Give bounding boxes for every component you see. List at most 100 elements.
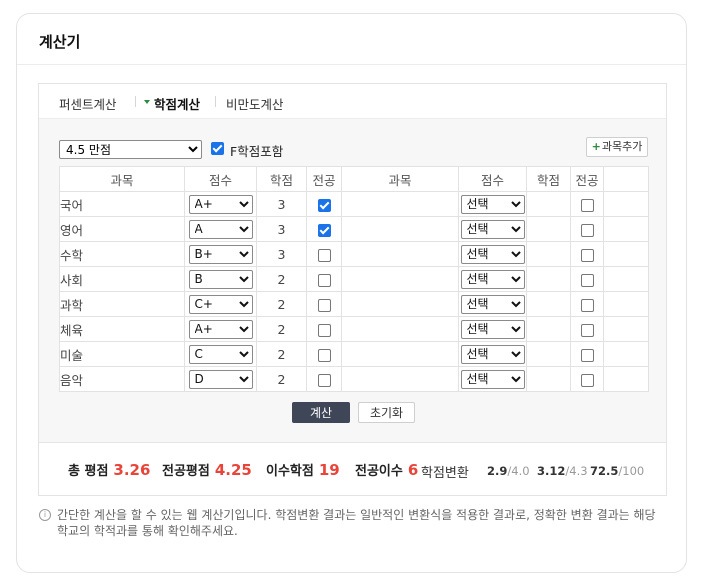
major-cell-2 bbox=[570, 266, 604, 292]
grade-cell: B bbox=[184, 266, 257, 292]
major-checkbox[interactable] bbox=[317, 273, 331, 287]
grade-select[interactable]: A+ bbox=[188, 319, 253, 339]
major-cell-2 bbox=[570, 316, 604, 342]
major-checkbox[interactable] bbox=[317, 348, 331, 362]
subject-cell: 과학 bbox=[59, 291, 185, 317]
major-cell bbox=[306, 216, 342, 242]
major-checkbox-2[interactable] bbox=[580, 273, 594, 287]
table-row: 사회 B 2 선택 bbox=[59, 266, 649, 292]
calculate-button[interactable]: 계산 bbox=[292, 402, 350, 423]
grade-select[interactable]: C+ bbox=[188, 294, 253, 314]
grade-cell: A+ bbox=[184, 191, 257, 217]
header-major: 전공 bbox=[306, 166, 342, 192]
major-checkbox[interactable] bbox=[317, 223, 331, 237]
credit-cell-2 bbox=[526, 291, 571, 317]
tab-separator bbox=[135, 96, 136, 107]
conversion-100: 72.5/100 bbox=[590, 464, 645, 478]
table-row: 과학 C+ 2 선택 bbox=[59, 291, 649, 317]
major-cell bbox=[306, 291, 342, 317]
major-checkbox-2[interactable] bbox=[580, 223, 594, 237]
total-gpa: 총 평점 3.26 bbox=[68, 461, 151, 479]
tab-grade[interactable]: 학점계산 bbox=[154, 94, 200, 113]
major-checkbox-2[interactable] bbox=[580, 298, 594, 312]
major-checkbox[interactable] bbox=[317, 198, 331, 212]
major-cell-2 bbox=[570, 241, 604, 267]
major-checkbox-2[interactable] bbox=[580, 248, 594, 262]
grade-select[interactable]: B+ bbox=[188, 244, 253, 264]
empty-cell bbox=[603, 216, 649, 242]
subject-cell: 사회 bbox=[59, 266, 185, 292]
tab-bmi[interactable]: 비만도계산 bbox=[226, 94, 284, 113]
credit-cell: 2 bbox=[256, 291, 307, 317]
notice-line-2: 학교의 학적과를 통해 확인해주세요. bbox=[57, 524, 238, 538]
grade-select-2[interactable]: 선택 bbox=[460, 269, 525, 289]
major-checkbox-2[interactable] bbox=[580, 323, 594, 337]
grade-cell-2: 선택 bbox=[458, 241, 527, 267]
subject-cell: 수학 bbox=[59, 241, 185, 267]
credit-cell: 2 bbox=[256, 366, 307, 392]
add-subject-button[interactable]: +과목추가 bbox=[586, 137, 648, 157]
subject-cell-2 bbox=[341, 191, 459, 217]
major-checkbox-2[interactable] bbox=[580, 198, 594, 212]
major-cell bbox=[306, 316, 342, 342]
major-cell-2 bbox=[570, 341, 604, 367]
grade-select-2[interactable]: 선택 bbox=[460, 369, 525, 389]
credit-cell-2 bbox=[526, 266, 571, 292]
grade-select[interactable]: A+ bbox=[188, 194, 253, 214]
empty-cell bbox=[603, 241, 649, 267]
grade-select[interactable]: C bbox=[188, 344, 253, 364]
reset-button[interactable]: 초기화 bbox=[358, 402, 415, 423]
empty-cell bbox=[603, 266, 649, 292]
header-major-2: 전공 bbox=[570, 166, 604, 192]
notice-line-1: 간단한 계산을 할 수 있는 웹 계산기입니다. 학점변환 결과는 일반적인 변… bbox=[57, 508, 656, 522]
grade-select-2[interactable]: 선택 bbox=[460, 244, 525, 264]
empty-cell bbox=[603, 291, 649, 317]
include-f-checkbox[interactable] bbox=[211, 142, 224, 155]
grade-select[interactable]: B bbox=[188, 269, 253, 289]
credit-cell-2 bbox=[526, 191, 571, 217]
grade-select-2[interactable]: 선택 bbox=[460, 194, 525, 214]
subject-cell-2 bbox=[341, 266, 459, 292]
grade-select[interactable]: D bbox=[188, 369, 253, 389]
major-cell bbox=[306, 341, 342, 367]
credit-cell-2 bbox=[526, 366, 571, 392]
major-checkbox-2[interactable] bbox=[580, 348, 594, 362]
grade-cell: A bbox=[184, 216, 257, 242]
scale-select[interactable]: 4.5 만점 bbox=[59, 140, 202, 159]
major-cell-2 bbox=[570, 291, 604, 317]
table-row: 영어 A 3 선택 bbox=[59, 216, 649, 242]
include-f-label: F학점포함 bbox=[230, 144, 284, 159]
grade-select[interactable]: A bbox=[188, 219, 253, 239]
grade-cell-2: 선택 bbox=[458, 216, 527, 242]
subject-cell: 음악 bbox=[59, 366, 185, 392]
header-credit: 학점 bbox=[256, 166, 307, 192]
subject-cell-2 bbox=[341, 316, 459, 342]
grade-select-2[interactable]: 선택 bbox=[460, 219, 525, 239]
major-gpa: 전공평점 4.25 bbox=[162, 461, 252, 479]
grade-cell-2: 선택 bbox=[458, 191, 527, 217]
major-checkbox[interactable] bbox=[317, 298, 331, 312]
calculator-card: 계산기 퍼센트계산 학점계산 비만도계산 4.5 만점 F학점포함 +과목추가 bbox=[16, 13, 687, 573]
table-row: 체육 A+ 2 선택 bbox=[59, 316, 649, 342]
credit-cell-2 bbox=[526, 341, 571, 367]
major-checkbox[interactable] bbox=[317, 248, 331, 262]
major-checkbox[interactable] bbox=[317, 323, 331, 337]
table-row: 미술 C 2 선택 bbox=[59, 341, 649, 367]
tab-percent[interactable]: 퍼센트계산 bbox=[59, 94, 117, 113]
major-checkbox[interactable] bbox=[317, 373, 331, 387]
empty-cell bbox=[603, 191, 649, 217]
grade-select-2[interactable]: 선택 bbox=[460, 294, 525, 314]
grade-select-2[interactable]: 선택 bbox=[460, 344, 525, 364]
table-header-row: 과목 점수 학점 전공 과목 점수 학점 전공 bbox=[59, 166, 649, 192]
tab-bar: 퍼센트계산 학점계산 비만도계산 bbox=[39, 84, 666, 119]
grade-cell: C+ bbox=[184, 291, 257, 317]
total-credits: 이수학점 19 bbox=[266, 461, 340, 479]
header-grade-2: 점수 bbox=[458, 166, 527, 192]
major-cell bbox=[306, 366, 342, 392]
grade-select-2[interactable]: 선택 bbox=[460, 319, 525, 339]
grade-cell-2: 선택 bbox=[458, 366, 527, 392]
credit-cell-2 bbox=[526, 216, 571, 242]
subject-cell: 국어 bbox=[59, 191, 185, 217]
major-checkbox-2[interactable] bbox=[580, 373, 594, 387]
grade-cell: D bbox=[184, 366, 257, 392]
